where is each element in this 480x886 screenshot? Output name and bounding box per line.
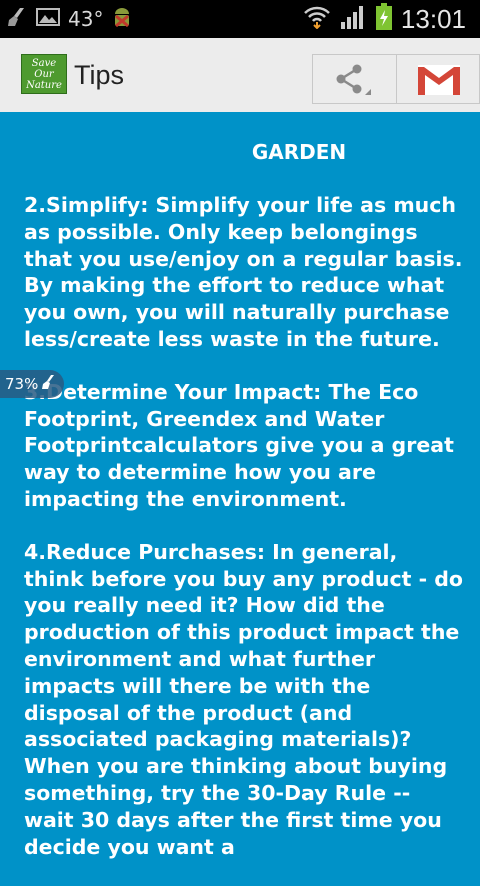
- share-button[interactable]: [312, 54, 396, 104]
- battery-charging-icon: [375, 3, 393, 35]
- gmail-button[interactable]: [396, 54, 480, 104]
- tips-content[interactable]: GARDEN 2.Simplify: Simplify your life as…: [0, 112, 480, 859]
- section-heading: GARDEN: [251, 140, 347, 164]
- app-logo-line-2: Our: [34, 68, 54, 80]
- app-logo-line-1: Save: [31, 57, 57, 69]
- tip-item: 4.Reduce Purchases: In general, think be…: [24, 539, 464, 859]
- temperature-label: 43°: [68, 7, 104, 31]
- signal-icon: [339, 4, 367, 34]
- tip-item: 2.Simplify: Simplify your life as much a…: [24, 193, 463, 351]
- broom-icon: [41, 374, 57, 394]
- app-logo[interactable]: Save Our Nature: [21, 54, 67, 94]
- share-icon: [333, 63, 373, 101]
- gmail-icon: [416, 63, 462, 101]
- status-left-icons: 43°: [6, 6, 133, 32]
- broom-icon: [6, 6, 28, 32]
- image-icon: [36, 6, 60, 32]
- status-bar: 43° 13:01: [0, 0, 480, 38]
- status-right-icons: 13:01: [303, 3, 466, 35]
- app-logo-line-3: Nature: [26, 79, 62, 91]
- android-debug-icon: [111, 5, 133, 33]
- clock: 13:01: [400, 3, 466, 34]
- tips-list: 2.Simplify: Simplify your life as much a…: [24, 192, 464, 886]
- tip-item: 3.Determine Your Impact: The Eco Footpri…: [24, 379, 454, 511]
- battery-overlay-badge[interactable]: 73%: [0, 370, 64, 398]
- action-bar: Save Our Nature Tips: [0, 38, 480, 114]
- wifi-icon: [303, 5, 331, 33]
- battery-percent: 73%: [5, 375, 39, 393]
- page-title: Tips: [74, 60, 125, 90]
